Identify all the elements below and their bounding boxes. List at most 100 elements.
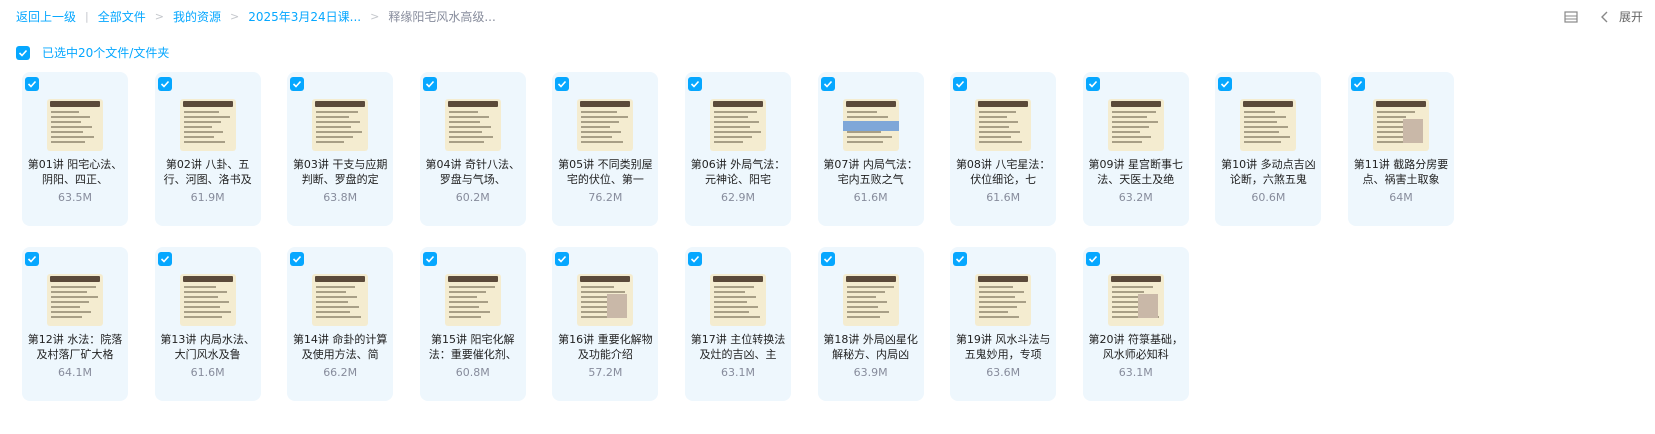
file-thumbnail	[577, 274, 634, 326]
breadcrumb-all-files[interactable]: 全部文件	[98, 8, 146, 25]
file-name: 第03讲 干支与应期判断、罗盘的定	[292, 158, 388, 186]
file-thumbnail	[179, 99, 236, 151]
file-size: 61.6M	[853, 191, 888, 204]
file-name: 第09讲 星宫断事七法、天医土及绝	[1088, 158, 1184, 186]
file-card[interactable]: 第16讲 重要化解物及功能介绍 57.2M	[552, 247, 659, 401]
file-name: 第14讲 命卦的计算及使用方法、简	[292, 333, 388, 361]
file-name: 第20讲 符箓基础，风水师必知科	[1088, 333, 1184, 361]
file-checkbox[interactable]	[953, 77, 968, 91]
file-checkbox[interactable]	[820, 77, 835, 91]
file-checkbox[interactable]	[1085, 77, 1100, 91]
file-size: 61.9M	[190, 191, 225, 204]
file-checkbox[interactable]	[422, 77, 437, 91]
file-size: 66.2M	[323, 366, 358, 379]
file-size: 57.2M	[588, 366, 623, 379]
file-card[interactable]: 第04讲 奇针八法、罗盘与气场、 60.2M	[419, 72, 526, 226]
file-card[interactable]: 第11讲 截路分房要点、祸害土取象 64M	[1348, 72, 1454, 226]
file-checkbox[interactable]	[1218, 77, 1233, 91]
file-thumbnail	[1240, 99, 1297, 151]
file-card[interactable]: 第12讲 水法：院落及村落厂矿大格 64.1M	[22, 247, 128, 401]
file-checkbox[interactable]	[555, 252, 570, 266]
file-card[interactable]: 第20讲 符箓基础，风水师必知科 63.1M	[1082, 247, 1189, 401]
file-card[interactable]: 第14讲 命卦的计算及使用方法、简 66.2M	[287, 247, 394, 401]
file-thumbnail	[312, 99, 369, 151]
file-card[interactable]: 第03讲 干支与应期判断、罗盘的定 63.8M	[287, 72, 394, 226]
breadcrumb-course-folder[interactable]: 2025年3月24日课...	[248, 8, 361, 25]
file-checkbox[interactable]	[953, 252, 968, 266]
file-card[interactable]: 第17讲 主位转换法及灶的吉凶、主 63.1M	[685, 247, 791, 401]
file-checkbox[interactable]	[688, 252, 702, 266]
file-checkbox[interactable]	[820, 252, 835, 266]
chevron-left-icon[interactable]	[1597, 9, 1613, 25]
file-name: 第05讲 不同类别屋宅的伏位、第一	[558, 158, 653, 186]
file-thumbnail	[577, 99, 634, 151]
file-checkbox[interactable]	[1351, 77, 1365, 91]
file-card[interactable]: 第02讲 八卦、五行、河图、洛书及 61.9M	[154, 72, 261, 226]
chevron-right-icon: >	[154, 10, 164, 23]
file-thumbnail	[47, 99, 103, 151]
top-bar: 返回上一级 | 全部文件 > 我的资源 > 2025年3月24日课... > 释…	[0, 0, 1655, 34]
file-thumbnail	[444, 274, 501, 326]
file-card[interactable]: 第06讲 外局气法：元神论、阳宅 62.9M	[685, 72, 791, 226]
file-checkbox[interactable]	[688, 77, 702, 91]
file-size: 60.8M	[455, 366, 490, 379]
file-checkbox[interactable]	[290, 77, 305, 91]
file-checkbox[interactable]	[157, 252, 172, 266]
file-thumbnail	[179, 274, 236, 326]
back-link[interactable]: 返回上一级	[16, 8, 76, 25]
breadcrumb-current-folder: 释缘阳宅风水高级...	[388, 10, 496, 24]
file-size: 60.6M	[1251, 191, 1286, 204]
select-all-checkbox[interactable]	[16, 45, 30, 60]
file-name: 第18讲 外局凶星化解秘方、内局凶	[823, 333, 918, 361]
file-thumbnail	[710, 274, 766, 326]
breadcrumb-divider: |	[85, 10, 89, 23]
file-size: 61.6M	[190, 366, 225, 379]
chevron-right-icon: >	[229, 10, 240, 23]
file-checkbox[interactable]	[422, 252, 437, 266]
breadcrumb-my-resources[interactable]: 我的资源	[173, 8, 221, 25]
file-name: 第01讲 阳宅心法、阴阳、四正、	[27, 158, 123, 186]
file-checkbox[interactable]	[25, 77, 39, 91]
file-thumbnail	[710, 99, 766, 151]
expand-button[interactable]: 展开	[1619, 8, 1643, 25]
file-thumbnail	[1107, 99, 1164, 151]
list-view-icon[interactable]	[1563, 9, 1579, 25]
file-card[interactable]: 第08讲 八宅星法：伏位细论，七 61.6M	[950, 72, 1057, 226]
file-thumbnail	[444, 99, 501, 151]
file-name: 第07讲 内局气法：宅内五败之气	[823, 158, 918, 186]
file-card[interactable]: 第07讲 内局气法：宅内五败之气 61.6M	[817, 72, 924, 226]
file-size: 64M	[1389, 191, 1413, 204]
file-card[interactable]: 第13讲 内局水法、大门风水及鲁 61.6M	[154, 247, 261, 401]
file-name: 第11讲 截路分房要点、祸害土取象	[1353, 158, 1449, 186]
chevron-right-icon: >	[370, 10, 380, 23]
file-card[interactable]: 第05讲 不同类别屋宅的伏位、第一 76.2M	[552, 72, 659, 226]
file-size: 63.9M	[853, 366, 888, 379]
file-name: 第15讲 阳宅化解法：重要催化剂、	[428, 333, 517, 361]
file-checkbox[interactable]	[25, 252, 39, 266]
file-card[interactable]: 第10讲 多动点吉凶论断，六煞五鬼 60.6M	[1215, 72, 1322, 226]
file-size: 61.6M	[986, 191, 1021, 204]
view-tools: 展开	[1563, 8, 1643, 25]
file-checkbox[interactable]	[290, 252, 305, 266]
file-name: 第08讲 八宅星法：伏位细论，七	[955, 158, 1051, 186]
file-name: 第06讲 外局气法：元神论、阳宅	[690, 158, 786, 186]
file-thumbnail	[312, 274, 369, 326]
file-card[interactable]: 第18讲 外局凶星化解秘方、内局凶 63.9M	[817, 247, 924, 401]
file-size: 76.2M	[588, 191, 623, 204]
file-checkbox[interactable]	[1085, 252, 1100, 266]
file-checkbox[interactable]	[555, 77, 570, 91]
file-name: 第04讲 奇针八法、罗盘与气场、	[425, 158, 521, 186]
file-card[interactable]: 第19讲 风水斗法与五鬼妙用，专项 63.6M	[950, 247, 1057, 401]
file-card[interactable]: 第09讲 星宫断事七法、天医土及绝 63.2M	[1082, 72, 1189, 226]
file-size: 60.2M	[455, 191, 490, 204]
file-name: 第02讲 八卦、五行、河图、洛书及	[163, 158, 252, 186]
breadcrumb: 返回上一级 | 全部文件 > 我的资源 > 2025年3月24日课... > 释…	[16, 8, 496, 25]
file-size: 64.1M	[58, 366, 92, 379]
file-size: 63.5M	[58, 191, 92, 204]
file-card[interactable]: 第01讲 阳宅心法、阴阳、四正、 63.5M	[22, 72, 128, 226]
file-thumbnail	[47, 274, 103, 326]
file-thumbnail	[1373, 99, 1429, 151]
file-checkbox[interactable]	[157, 77, 172, 91]
file-size: 63.8M	[323, 191, 358, 204]
file-card[interactable]: 第15讲 阳宅化解法：重要催化剂、 60.8M	[419, 247, 526, 401]
